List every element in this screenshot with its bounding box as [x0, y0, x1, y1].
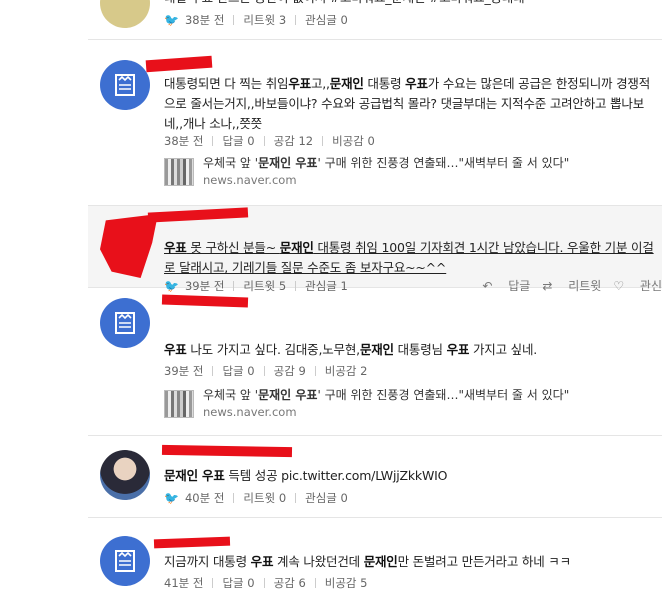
- like-count: 6: [298, 576, 306, 590]
- retweet-label[interactable]: 리트윗: [243, 491, 275, 505]
- post-body: 문재인 우표 득템 성공 pic.twitter.com/LWjjZkkWIO: [164, 468, 448, 483]
- post-body: 대결 우표 만드는 공간이 없이서 #고마워요_문재인 #고마워요_공대대: [164, 0, 654, 8]
- card-source: news.naver.com: [203, 405, 297, 419]
- post-4: 문재인 우표 득템 성공 pic.twitter.com/LWjjZkkWIO …: [88, 436, 662, 518]
- post-0: 대결 우표 만드는 공간이 없이서 #고마워요_문재인 #고마워요_공대대 🐦 3…: [88, 0, 662, 40]
- card-title[interactable]: 우체국 앞 '문재인 우표' 구매 위한 진풍경 연출돼…"새벽부터 줄 서 있…: [203, 154, 569, 171]
- post-time: 39분 전: [164, 364, 204, 378]
- redacted-username: [145, 55, 213, 73]
- redacted-username: [147, 207, 249, 223]
- post-time: 38분 전: [184, 13, 225, 27]
- reply-label[interactable]: 답글: [222, 364, 243, 378]
- interest-label[interactable]: 관심글: [305, 13, 337, 27]
- dislike-label[interactable]: 비공감: [325, 364, 357, 378]
- post-1: 대통령되면 다 찍는 취임우표고,,문재인 대통령 우표가 수요는 많은데 공급…: [88, 40, 662, 206]
- dislike-label[interactable]: 비공감: [325, 576, 357, 590]
- like-label[interactable]: 공감: [274, 134, 295, 148]
- post-body: 대통령되면 다 찍는 취임우표고,,문재인 대통령 우표가 수요는 많은데 공급…: [164, 76, 651, 131]
- newspaper-icon[interactable]: [100, 298, 150, 348]
- post-meta: 🐦 38분 전 리트윗 3 관심글 0: [164, 12, 348, 28]
- user-avatar[interactable]: [100, 450, 150, 500]
- post-time: 38분 전: [164, 134, 204, 148]
- like-count: 12: [298, 134, 314, 148]
- post-meta: 🐦 40분 전 리트윗 0 관심글 0: [164, 490, 348, 506]
- twitter-bird-icon: 🐦: [164, 13, 179, 27]
- card-thumbnail: [164, 390, 194, 418]
- interest-count: 0: [340, 13, 348, 27]
- reply-label[interactable]: 답글: [222, 576, 243, 590]
- post-body: 지금까지 대통령 우표 계속 나왔던건데 문재인만 돈벌려고 만든거라고 하네 …: [164, 554, 571, 569]
- post-time: 40분 전: [184, 491, 225, 505]
- link-card[interactable]: 우체국 앞 '문재인 우표' 구매 위한 진풍경 연출돼…"새벽부터 줄 서 있…: [164, 154, 624, 190]
- post-body[interactable]: 우표 못 구하신 분들~ 문재인 대통령 취임 100일 기자회견 1시간 남았…: [164, 238, 654, 278]
- post-time: 41분 전: [164, 576, 204, 590]
- twitter-bird-icon: 🐦: [164, 491, 179, 505]
- link-card[interactable]: 우체국 앞 '문재인 우표' 구매 위한 진풍경 연출돼…"새벽부터 줄 서 있…: [164, 386, 624, 422]
- post-meta: 38분 전 답글 0 공감 12 비공감 0: [164, 133, 375, 149]
- retweet-label[interactable]: 리트윗: [243, 13, 275, 27]
- newspaper-icon[interactable]: [100, 536, 150, 586]
- dislike-count: 0: [367, 134, 375, 148]
- dislike-count: 5: [360, 576, 368, 590]
- post-body: 우표 나도 가지고 싶다. 김대중,노무현,문재인 대통령님 우표 가지고 싶네…: [164, 342, 538, 357]
- redacted-username: [161, 294, 249, 308]
- newspaper-icon[interactable]: [100, 60, 150, 110]
- retweet-count: 0: [278, 491, 287, 505]
- card-title[interactable]: 우체국 앞 '문재인 우표' 구매 위한 진풍경 연출돼…"새벽부터 줄 서 있…: [203, 386, 569, 403]
- dislike-count: 2: [360, 364, 368, 378]
- reply-label[interactable]: 답글: [222, 134, 243, 148]
- post-2: 우표 못 구하신 분들~ 문재인 대통령 취임 100일 기자회견 1시간 남았…: [88, 206, 662, 293]
- post-meta: 39분 전 답글 0 공감 9 비공감 2: [164, 363, 368, 379]
- reply-count: 0: [247, 576, 255, 590]
- post-meta: 41분 전 답글 0 공감 6 비공감 5: [164, 575, 368, 591]
- redacted-username: [161, 444, 293, 458]
- dislike-label[interactable]: 비공감: [332, 134, 364, 148]
- interest-count: 0: [340, 491, 348, 505]
- like-count: 9: [298, 364, 306, 378]
- user-avatar[interactable]: [100, 0, 150, 28]
- card-thumbnail: [164, 158, 194, 186]
- card-source: news.naver.com: [203, 173, 297, 187]
- interest-label[interactable]: 관심글: [305, 491, 337, 505]
- reply-count: 0: [247, 364, 255, 378]
- redacted-username: [153, 536, 231, 549]
- reply-count: 0: [247, 134, 255, 148]
- retweet-count: 3: [278, 13, 287, 27]
- post-3: 우표 나도 가지고 싶다. 김대중,노무현,문재인 대통령님 우표 가지고 싶네…: [88, 288, 662, 436]
- redacted-avatar: [100, 214, 158, 278]
- like-label[interactable]: 공감: [274, 576, 295, 590]
- post-5: 지금까지 대통령 우표 계속 나왔던건데 문재인만 돈벌려고 만든거라고 하네 …: [88, 518, 662, 595]
- like-label[interactable]: 공감: [274, 364, 295, 378]
